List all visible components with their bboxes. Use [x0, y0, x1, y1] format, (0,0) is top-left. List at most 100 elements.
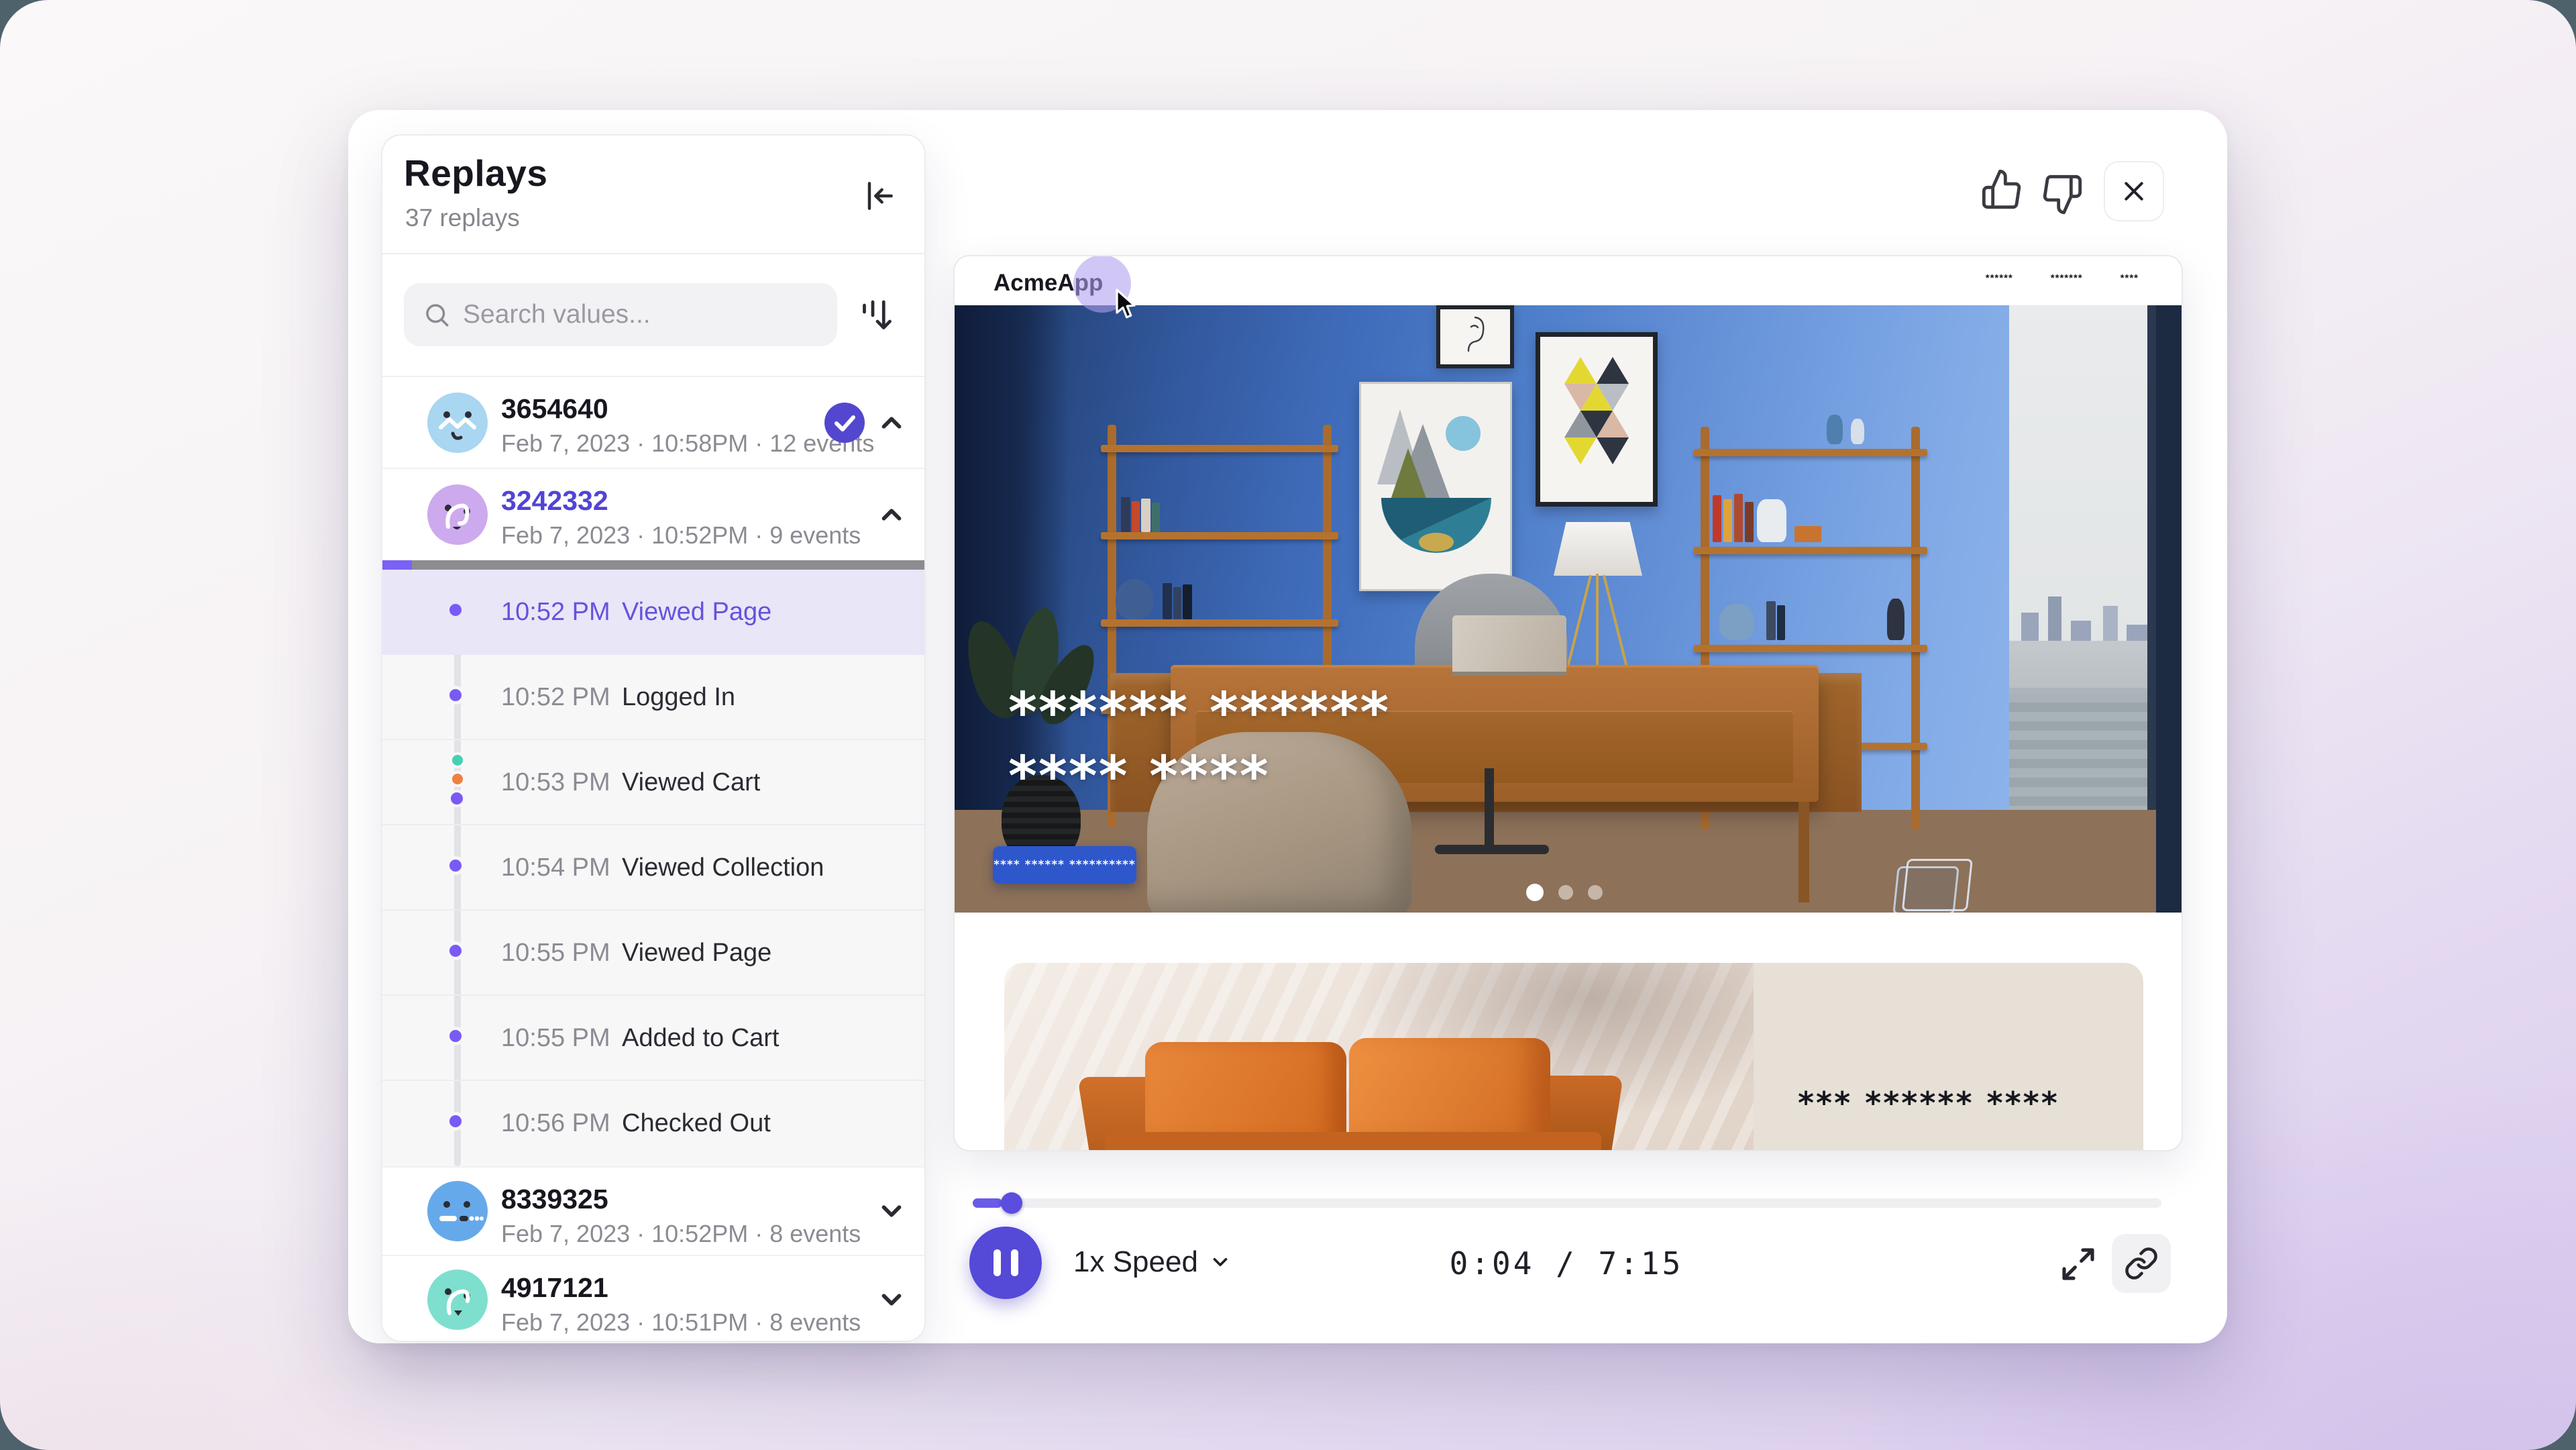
event-time: 10:52 PM [501, 598, 610, 627]
replayed-product-card: *** ****** **** [1004, 963, 2143, 1151]
chevron-up-icon[interactable] [876, 499, 907, 530]
product-text-panel: *** ****** **** [1754, 963, 2143, 1151]
masked-button-label: **** ****** ********** [994, 858, 1136, 872]
event-title: Viewed Collection [622, 853, 824, 882]
hero-artwork-mountains [1359, 382, 1512, 591]
carousel-dots [1526, 884, 1603, 901]
event-time: 10:53 PM [501, 768, 610, 797]
event-title: Checked Out [622, 1109, 771, 1138]
replayed-hero-banner: ****** ****** **** **** **** ****** ****… [955, 305, 2183, 913]
session-meta: Feb 7, 2023 · 10:52PM · 8 events [501, 1220, 861, 1248]
event-dot [446, 601, 465, 619]
carousel-dot[interactable] [1558, 885, 1573, 900]
playback-progress-knob[interactable] [1001, 1192, 1022, 1214]
masked-nav-item: ****** [1986, 272, 2013, 284]
time-total: 7:15 [1599, 1245, 1684, 1282]
time-current: 0:04 [1450, 1245, 1535, 1282]
expand-icon [2059, 1245, 2097, 1283]
event-time: 10:54 PM [501, 853, 610, 882]
event-title: Viewed Page [622, 598, 771, 627]
search-input[interactable] [463, 300, 812, 329]
thumbs-down-icon [2041, 173, 2084, 216]
event-title: Logged In [622, 683, 735, 712]
replayed-app-nav: ****** ******* **** [1986, 272, 2139, 284]
speed-label: 1x Speed [1073, 1245, 1198, 1279]
event-row[interactable]: 10:53 PM Viewed Cart [382, 740, 924, 825]
event-row[interactable]: 10:56 PM Checked Out [382, 1081, 924, 1166]
event-dot-teal [449, 752, 466, 768]
event-title: Viewed Page [622, 939, 771, 968]
copy-link-button[interactable] [2112, 1234, 2171, 1293]
event-row[interactable]: 10:55 PM Added to Cart [382, 996, 924, 1081]
event-dot [446, 856, 465, 875]
chevron-up-icon[interactable] [876, 407, 907, 438]
avatar [427, 1270, 488, 1330]
event-dot [446, 1112, 465, 1131]
carousel-dot[interactable] [1588, 885, 1603, 900]
sort-button[interactable] [856, 295, 896, 335]
avatar [427, 1181, 488, 1241]
pause-icon [994, 1249, 1001, 1276]
speed-selector[interactable]: 1x Speed [1073, 1245, 1232, 1279]
expand-button[interactable] [2057, 1243, 2100, 1286]
hero-cta-button[interactable]: **** ****** ********** [993, 846, 1136, 884]
event-time: 10:52 PM [501, 683, 610, 712]
chevron-down-icon[interactable] [876, 1196, 907, 1227]
search-icon [423, 301, 451, 329]
chevron-down-icon [1209, 1251, 1232, 1274]
chevron-down-icon[interactable] [876, 1284, 907, 1315]
session-id: 3654640 [501, 393, 608, 425]
event-row[interactable]: 10:55 PM Viewed Page [382, 911, 924, 996]
avatar [427, 484, 488, 545]
masked-hero-subline: **** **** [1008, 745, 1270, 809]
link-icon [2124, 1246, 2159, 1281]
hero-curtain [2156, 305, 2183, 913]
collapse-left-icon [860, 177, 898, 215]
replay-count: 37 replays [405, 204, 520, 232]
event-title: Viewed Cart [622, 768, 760, 797]
hero-artwork-diamonds [1536, 332, 1658, 507]
event-title: Added to Cart [622, 1024, 779, 1053]
session-row[interactable]: 8339325 Feb 7, 2023 · 10:52PM · 8 events [382, 1166, 924, 1255]
masked-nav-item: **** [2121, 272, 2139, 284]
event-dot-orange [449, 771, 466, 787]
masked-hero-headline: ****** ****** [1008, 681, 1390, 745]
session-id: 3242332 [501, 485, 608, 517]
playback-progress-fill [973, 1198, 1002, 1208]
thumbs-up-button[interactable] [1980, 168, 2023, 211]
event-dot [448, 790, 466, 807]
session-id: 8339325 [501, 1184, 608, 1215]
close-icon [2121, 178, 2147, 205]
event-time: 10:56 PM [501, 1109, 610, 1138]
event-row-selected[interactable]: 10:52 PM Viewed Page [382, 570, 924, 655]
event-dot [446, 1027, 465, 1045]
playback-progress-track[interactable] [973, 1198, 2161, 1208]
session-meta: Feb 7, 2023 · 10:58PM · 12 events [501, 429, 874, 458]
hero-floor-lamp [1554, 522, 1642, 576]
app-background: Replays 37 replays 3654640 Feb 7, 2023 ·… [0, 0, 2576, 1450]
session-row[interactable]: 3654640 Feb 7, 2023 · 10:58PM · 12 event… [382, 376, 924, 468]
masked-nav-item: ******* [2051, 272, 2083, 284]
thumbs-down-button[interactable] [2041, 173, 2084, 216]
session-row-selected[interactable]: 3242332 Feb 7, 2023 · 10:52PM · 9 events [382, 468, 924, 560]
event-row[interactable]: 10:54 PM Viewed Collection [382, 825, 924, 911]
hero-artwork-small [1436, 305, 1514, 368]
masked-product-text: *** ****** **** [1798, 1085, 2059, 1121]
panel-title: Replays [404, 152, 547, 195]
event-row[interactable]: 10:52 PM Logged In [382, 655, 924, 740]
header-divider [382, 253, 924, 254]
time-divider: / [1556, 1245, 1577, 1282]
search-box[interactable] [404, 283, 837, 346]
collapse-panel-button[interactable] [860, 177, 898, 215]
event-dot [446, 686, 465, 705]
session-row[interactable]: 4917121 Feb 7, 2023 · 10:51PM · 8 events [382, 1255, 924, 1342]
session-meta: Feb 7, 2023 · 10:51PM · 8 events [501, 1308, 861, 1337]
close-button[interactable] [2104, 161, 2164, 221]
session-progress-bar[interactable] [382, 560, 924, 570]
playback-time: 0:04 / 7:15 [1422, 1245, 1711, 1282]
replay-viewport[interactable]: AcmeApp ****** ******* **** [953, 255, 2183, 1151]
pause-button[interactable] [969, 1227, 1042, 1299]
session-id: 4917121 [501, 1272, 608, 1304]
event-timeline: 10:52 PM Viewed Page 10:52 PM Logged In … [382, 570, 924, 1166]
carousel-dot-active[interactable] [1526, 884, 1544, 901]
